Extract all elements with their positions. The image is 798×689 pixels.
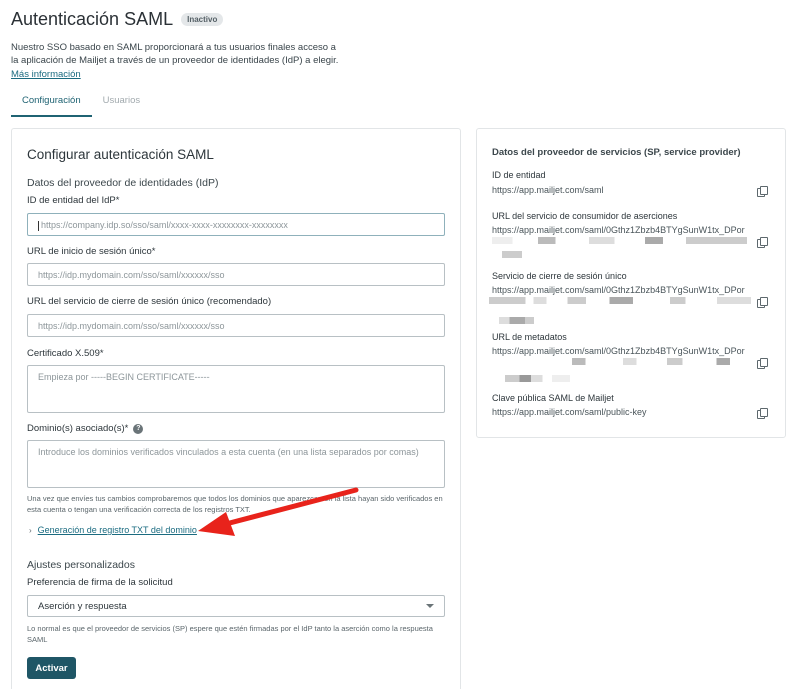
annotation-arrow-head (198, 512, 235, 536)
annotation-arrow-shaft (219, 487, 359, 528)
annotation-arrow (198, 487, 359, 536)
